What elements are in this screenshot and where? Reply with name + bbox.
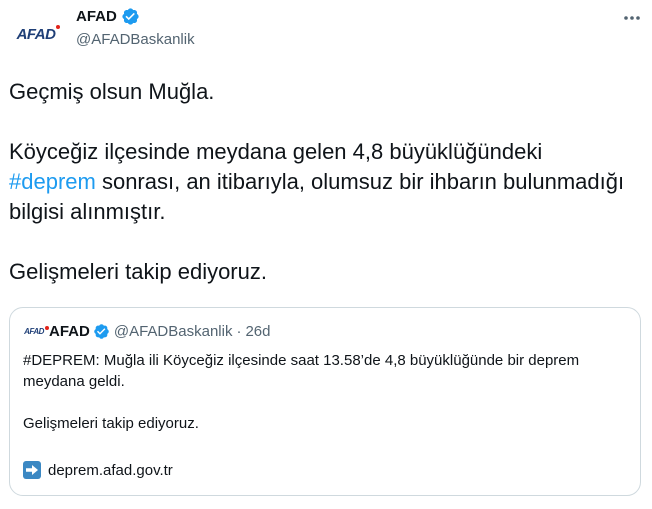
quoted-author-name: AFAD [49, 322, 90, 340]
verified-badge-icon [122, 8, 139, 25]
separator-dot: · [236, 322, 242, 340]
quoted-author-handle: @AFADBaskanlik [113, 322, 233, 340]
quoted-text-paragraph-1: #DEPREM: Muğla ili Köyceğiz ilçesinde sa… [23, 352, 580, 390]
verified-badge-icon [94, 323, 109, 339]
quoted-link[interactable]: deprem.afad.gov.tr [23, 461, 173, 479]
author-handle[interactable]: @AFADBaskanlik [76, 31, 195, 48]
quoted-text-paragraph-2: Gelişmeleri takip ediyoruz. [23, 415, 199, 432]
tweet-text-part: Köyceğiz ilçesinde meydana gelen 4,8 büy… [9, 139, 543, 164]
quoted-tweet-header: AFAD AFAD @AFADBaskanlik · 26d [23, 321, 270, 341]
link-url[interactable]: deprem.afad.gov.tr [48, 462, 173, 479]
afad-logo: AFAD [24, 325, 49, 336]
more-options-button[interactable] [620, 6, 644, 30]
quoted-tweet-card[interactable]: AFAD AFAD @AFADBaskanlik · 26d #DEPREM: … [9, 307, 641, 496]
avatar[interactable]: AFAD [12, 10, 61, 58]
afad-logo: AFAD [17, 24, 61, 43]
tweet-line-3: Gelişmeleri takip ediyoruz. [9, 259, 267, 284]
tweet-line-1: Geçmiş olsun Muğla. [9, 79, 215, 104]
author-name-row[interactable]: AFAD [76, 7, 140, 26]
hashtag-link[interactable]: #deprem [9, 169, 96, 194]
author-name[interactable]: AFAD [76, 8, 117, 25]
tweet-text-part: sonrası, an itibarıyla, olumsuz bir ihba… [9, 169, 625, 224]
quoted-tweet-text: #DEPREM: Muğla ili Köyceğiz ilçesinde sa… [23, 350, 623, 434]
quoted-avatar: AFAD [23, 320, 49, 342]
right-arrow-icon [23, 461, 41, 479]
tweet-header: AFAD AFAD @AFADBaskanlik [0, 0, 652, 60]
tweet-text: Geçmiş olsun Muğla. Köyceğiz ilçesinde m… [9, 77, 639, 287]
tweet-paragraph-2: Köyceğiz ilçesinde meydana gelen 4,8 büy… [9, 137, 639, 227]
more-horizontal-icon [624, 16, 640, 20]
quoted-timestamp[interactable]: 26d [245, 323, 270, 340]
